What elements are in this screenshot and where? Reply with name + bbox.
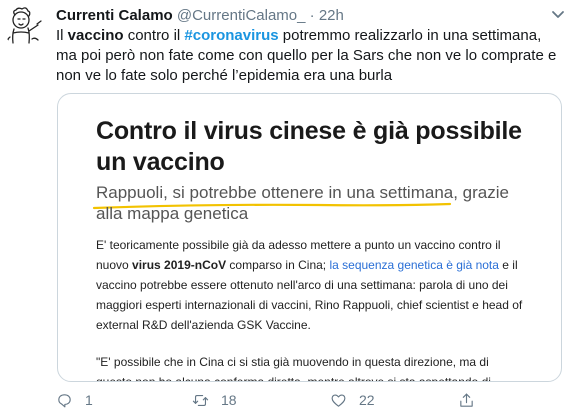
tweet-text: Il vaccino contro il #coronavirus potrem…: [56, 26, 564, 86]
tweet-text-part: Il: [56, 27, 68, 44]
timestamp[interactable]: 22h: [319, 7, 344, 24]
article-subtitle: Rappuoli, si potrebbe ottenere in una se…: [96, 183, 509, 223]
article-paragraph: E' teoricamente possibile già da adesso …: [96, 235, 528, 335]
chevron-down-icon[interactable]: [551, 10, 565, 20]
article-text: comparso in Cina;: [226, 258, 330, 272]
hashtag-link[interactable]: #coronavirus: [184, 27, 278, 44]
display-name[interactable]: Currenti Calamo: [56, 7, 173, 24]
retweet-button[interactable]: 18: [192, 388, 237, 412]
avatar[interactable]: [2, 3, 46, 47]
retweet-icon: [192, 394, 209, 406]
reply-count: 1: [85, 392, 93, 408]
retweet-count: 18: [221, 392, 237, 408]
tweet-actions: 1 18 22: [56, 388, 506, 412]
tweet-header: Currenti Calamo @CurrentiCalamo_ · 22h: [56, 6, 344, 26]
like-count: 22: [359, 392, 375, 408]
article-quote: "E' possibile che in Cina ci si stia già…: [96, 355, 491, 382]
embedded-article-image[interactable]: Contro il virus cinese è già possibile u…: [57, 93, 562, 382]
reply-button[interactable]: 1: [56, 388, 93, 412]
share-icon: [460, 393, 473, 407]
like-button[interactable]: 22: [330, 388, 375, 412]
tweet[interactable]: Currenti Calamo @CurrentiCalamo_ · 22h I…: [0, 0, 571, 418]
share-button[interactable]: [458, 388, 475, 412]
article-link: la sequenza genetica è già nota: [329, 258, 499, 272]
article-bold: virus 2019-nCoV: [132, 258, 227, 272]
heart-icon: [331, 393, 346, 407]
user-handle[interactable]: @CurrentiCalamo_: [177, 7, 306, 24]
tweet-text-part: contro il: [123, 27, 185, 44]
article-title: Contro il virus cinese è già possibile u…: [96, 117, 522, 176]
tweet-text-bold: vaccino: [67, 27, 124, 44]
separator-dot: ·: [309, 7, 315, 24]
reply-icon: [58, 393, 71, 407]
